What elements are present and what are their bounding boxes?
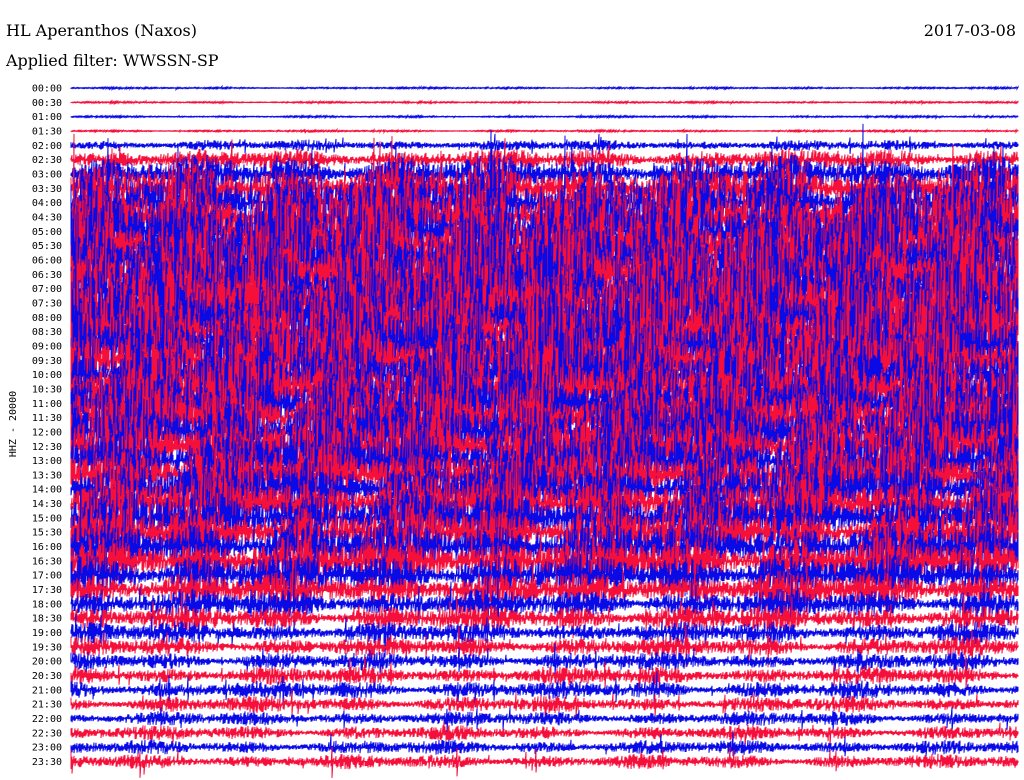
- trace-row-0100: [70, 113, 1019, 120]
- row-time-label: 20:30: [32, 671, 62, 682]
- row-time-label: 09:30: [32, 356, 62, 367]
- row-time-label: 22:00: [32, 714, 62, 725]
- row-time-label: 09:00: [32, 341, 62, 352]
- row-time-label: 19:30: [32, 642, 62, 653]
- station-title: HL Aperanthos (Naxos): [6, 21, 197, 40]
- row-time-label: 03:00: [32, 169, 62, 180]
- helicorder-chart: HL Aperanthos (Naxos) Applied filter: WW…: [5, 21, 1019, 778]
- channel-label: HHZ - 20000: [8, 391, 19, 457]
- seismic-traces: [70, 84, 1019, 778]
- row-time-label: 23:30: [32, 757, 62, 768]
- row-time-label: 11:00: [32, 399, 62, 410]
- trace-row-2330: [70, 746, 1019, 778]
- row-time-label: 06:30: [32, 270, 62, 281]
- row-time-label: 18:30: [32, 614, 62, 625]
- row-time-label: 06:00: [32, 255, 62, 266]
- row-time-label: 17:30: [32, 585, 62, 596]
- trace-row-0000: [70, 84, 1019, 92]
- row-time-label: 10:30: [32, 384, 62, 395]
- row-time-label: 10:00: [32, 370, 62, 381]
- row-time-label: 13:00: [32, 456, 62, 467]
- trace-row-0130: [70, 127, 1019, 135]
- row-tick-labels: 00:00 00:30 01:00 01:30 02:00 02:30 03:00 03:30…: [32, 84, 62, 769]
- row-time-label: 00:30: [32, 98, 62, 109]
- row-time-label: 15:00: [32, 513, 62, 524]
- row-time-label: 03:30: [32, 184, 62, 195]
- row-time-label: 16:00: [32, 542, 62, 553]
- row-time-label: 20:00: [32, 657, 62, 668]
- row-time-label: 12:00: [32, 427, 62, 438]
- row-time-label: 14:00: [32, 485, 62, 496]
- row-time-label: 18:00: [32, 599, 62, 610]
- row-time-label: 00:00: [32, 84, 62, 95]
- row-time-label: 21:30: [32, 700, 62, 711]
- record-date: 2017-03-08: [924, 21, 1016, 40]
- row-time-label: 08:30: [32, 327, 62, 338]
- row-time-label: 04:30: [32, 212, 62, 223]
- row-time-label: 19:00: [32, 628, 62, 639]
- row-time-label: 07:30: [32, 298, 62, 309]
- row-time-label: 17:00: [32, 571, 62, 582]
- row-time-label: 02:00: [32, 141, 62, 152]
- row-time-label: 23:00: [32, 743, 62, 754]
- trace-row-0030: [70, 99, 1019, 106]
- trace-row-0200: [70, 133, 1019, 157]
- row-time-label: 04:00: [32, 198, 62, 209]
- row-time-label: 22:30: [32, 728, 62, 739]
- row-time-label: 01:30: [32, 126, 62, 137]
- row-time-label: 08:00: [32, 313, 62, 324]
- row-time-label: 02:30: [32, 155, 62, 166]
- row-time-label: 15:30: [32, 528, 62, 539]
- row-time-label: 16:30: [32, 556, 62, 567]
- row-time-label: 21:00: [32, 685, 62, 696]
- row-time-label: 05:30: [32, 241, 62, 252]
- row-time-label: 12:30: [32, 442, 62, 453]
- row-time-label: 13:30: [32, 470, 62, 481]
- row-time-label: 01:00: [32, 112, 62, 123]
- row-time-label: 07:00: [32, 284, 62, 295]
- row-time-label: 11:30: [32, 413, 62, 424]
- filter-label: Applied filter: WWSSN-SP: [5, 51, 219, 70]
- row-time-label: 14:30: [32, 499, 62, 510]
- row-time-label: 05:00: [32, 227, 62, 238]
